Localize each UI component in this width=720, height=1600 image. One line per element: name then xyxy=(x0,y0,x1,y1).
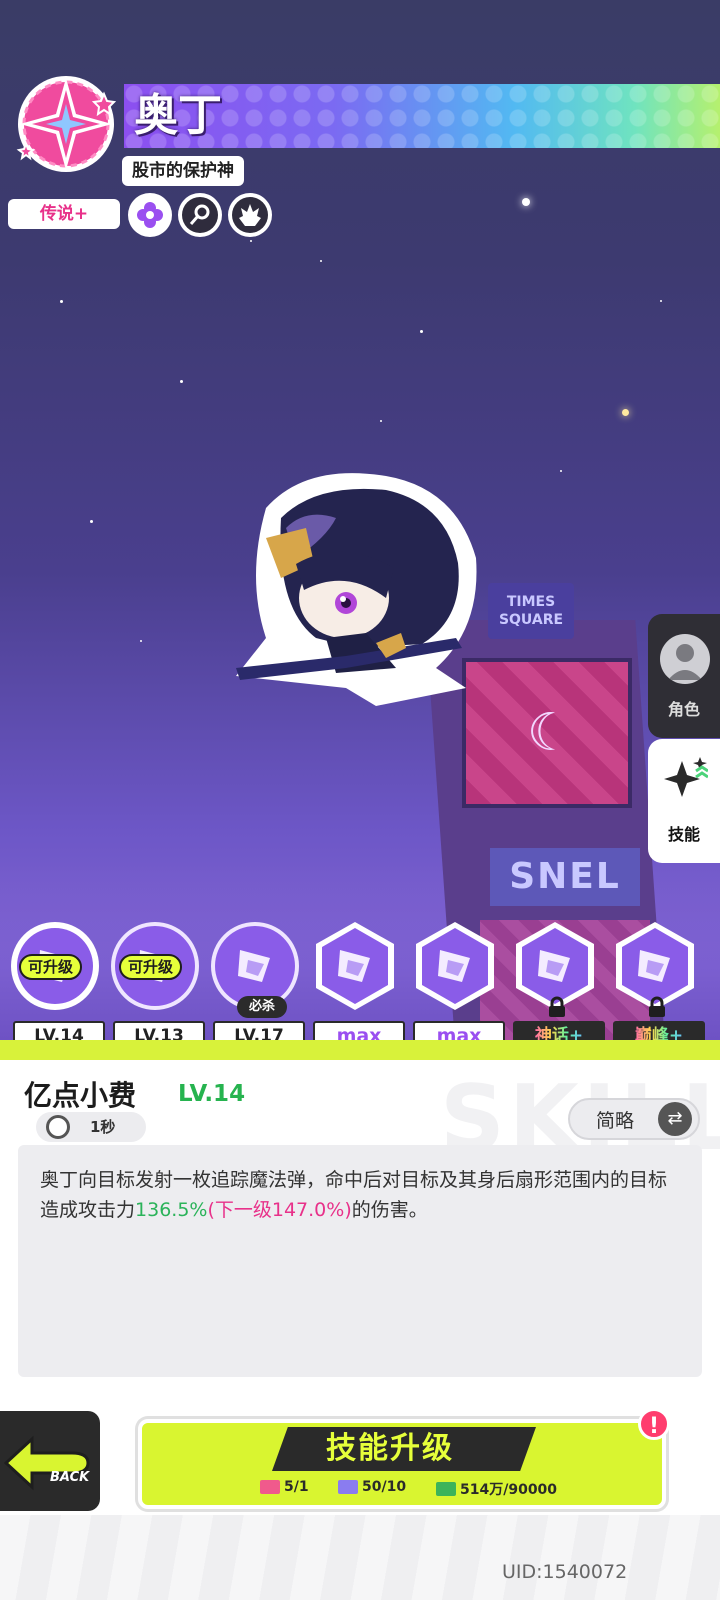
star xyxy=(420,330,423,333)
lock-icon xyxy=(546,996,568,1018)
tab-role[interactable]: 角色 xyxy=(648,614,720,738)
brief-toggle-label: 简略 xyxy=(596,1110,635,1132)
legend-rank-emblem-icon xyxy=(16,76,117,172)
star xyxy=(522,198,530,206)
alert-badge: ! xyxy=(638,1408,670,1440)
back-button[interactable] xyxy=(0,1407,104,1515)
skill-description: 奥丁向目标发射一枚追踪魔法弹，命中后对目标及其身后扇形范围内的目标造成攻击力13… xyxy=(18,1145,702,1377)
cost-item: 514万/90000 xyxy=(436,1479,557,1499)
back-label: BACK xyxy=(50,1470,90,1485)
ticket-icon xyxy=(260,1480,280,1494)
rarity-label: 传说+ xyxy=(8,199,120,229)
star xyxy=(60,300,63,303)
tab-skill[interactable]: 技能 xyxy=(648,739,720,863)
cost-item: 5/1 xyxy=(260,1479,309,1495)
tab-role-label: 角色 xyxy=(667,700,700,719)
skill-level: LV.14 xyxy=(178,1081,246,1107)
damage-value: 136.5% xyxy=(135,1199,208,1221)
star xyxy=(560,470,562,472)
skill-slot[interactable] xyxy=(310,920,400,1010)
upgradable-tag: 可升级 xyxy=(19,954,83,980)
star xyxy=(180,380,183,383)
star xyxy=(622,409,629,416)
cost-value: 514万/90000 xyxy=(460,1482,558,1498)
star xyxy=(380,420,382,422)
swap-icon[interactable]: ⇄ xyxy=(658,1102,692,1136)
character-name: 奥丁 xyxy=(134,90,222,141)
cost-value: 5/1 xyxy=(284,1479,309,1495)
star xyxy=(320,260,322,262)
skill-slot[interactable] xyxy=(410,920,500,1010)
ultimate-tag: 必杀 xyxy=(237,996,287,1018)
tab-skill-label: 技能 xyxy=(667,825,700,844)
bottom-graffiti xyxy=(0,1515,720,1600)
trait-badge[interactable] xyxy=(128,193,172,237)
lightning-skill-icon xyxy=(316,922,394,1010)
star xyxy=(250,240,252,242)
moon-logo-icon: ☾ xyxy=(526,703,574,763)
description-tail: 的伤害。 xyxy=(351,1199,428,1221)
upgrade-button-label: 技能升级 xyxy=(326,1431,454,1466)
flower-icon xyxy=(137,202,163,228)
sparkle-star-icon xyxy=(664,757,708,797)
cooldown-icon xyxy=(46,1115,70,1139)
star xyxy=(660,300,662,302)
trait-badge[interactable] xyxy=(178,193,222,237)
cost-item: 50/10 xyxy=(338,1479,406,1495)
upgradable-tag: 可升级 xyxy=(119,954,183,980)
avatar-icon xyxy=(660,634,710,684)
lock-icon xyxy=(646,996,668,1018)
snel-sign: SNEL xyxy=(490,848,640,906)
star xyxy=(90,520,93,523)
character-sprite xyxy=(236,473,477,706)
fork-skill-icon xyxy=(416,922,494,1010)
cost-value: 50/10 xyxy=(362,1479,407,1495)
flame-icon xyxy=(239,204,261,226)
trait-badge[interactable] xyxy=(228,193,272,237)
user-id: UID:1540072 xyxy=(502,1561,628,1583)
character-title: 股市的保护神 xyxy=(122,156,244,186)
next-level-value: (下一级147.0%) xyxy=(207,1199,352,1221)
times-square-sign: TIMES SQUARE xyxy=(488,583,574,639)
skill-name: 亿点小费 xyxy=(24,1079,137,1112)
book-icon xyxy=(338,1480,358,1494)
star xyxy=(140,640,142,642)
cash-icon xyxy=(436,1482,456,1496)
key-icon xyxy=(189,204,210,225)
